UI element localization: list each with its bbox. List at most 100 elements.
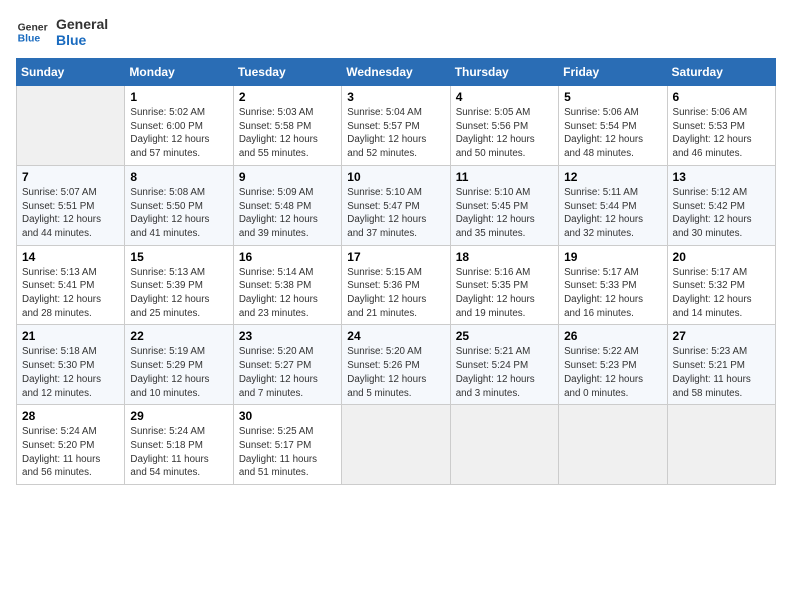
calendar-cell: 25Sunrise: 5:21 AM Sunset: 5:24 PM Dayli… — [450, 325, 558, 405]
day-number: 18 — [456, 250, 553, 264]
day-info: Sunrise: 5:23 AM Sunset: 5:21 PM Dayligh… — [673, 345, 770, 400]
day-number: 24 — [347, 329, 444, 343]
calendar-cell: 27 Sunrise: 5:23 AM Sunset: 5:21 PM Dayli… — [667, 325, 775, 405]
calendar-cell — [450, 405, 558, 485]
calendar-cell: 6 Sunrise: 5:06 AM Sunset: 5:53 PM Daylig… — [667, 86, 775, 166]
calendar-cell: 13Sunrise: 5:12 AM Sunset: 5:42 PM Dayli… — [667, 165, 775, 245]
calendar-cell: 21Sunrise: 5:18 AM Sunset: 5:30 PM Dayli… — [17, 325, 125, 405]
day-number: 26 — [564, 329, 661, 343]
header: General Blue General Blue — [16, 16, 776, 48]
day-info: Sunrise: 5:13 AM Sunset: 5:39 PM Dayligh… — [130, 266, 227, 321]
calendar-cell: 14 Sunrise: 5:13 AM Sunset: 5:41 PM Dayli… — [17, 245, 125, 325]
day-number: 25 — [456, 329, 553, 343]
day-number: 14 — [22, 250, 119, 264]
day-info: Sunrise: 5:10 AM Sunset: 5:45 PM Dayligh… — [456, 186, 553, 241]
day-info: Sunrise: 5:19 AM Sunset: 5:29 PM Dayligh… — [130, 345, 227, 400]
calendar-cell: 23 Sunrise: 5:20 AM Sunset: 5:27 PM Dayli… — [233, 325, 341, 405]
day-number: 1 — [130, 90, 227, 104]
day-info: Sunrise: 5:22 AM Sunset: 5:23 PM Dayligh… — [564, 345, 661, 400]
day-number: 15 — [130, 250, 227, 264]
calendar-cell: 12 Sunrise: 5:11 AM Sunset: 5:44 PM Dayli… — [559, 165, 667, 245]
calendar-cell: 22 Sunrise: 5:19 AM Sunset: 5:29 PM Dayli… — [125, 325, 233, 405]
day-number: 29 — [130, 409, 227, 423]
calendar-table: SundayMondayTuesdayWednesdayThursdayFrid… — [16, 58, 776, 485]
day-number: 2 — [239, 90, 336, 104]
logo-general: General — [56, 16, 108, 32]
calendar-cell — [17, 86, 125, 166]
weekday-header-row: SundayMondayTuesdayWednesdayThursdayFrid… — [17, 59, 776, 86]
weekday-header-cell: Monday — [125, 59, 233, 86]
calendar-cell: 20 Sunrise: 5:17 AM Sunset: 5:32 PM Dayli… — [667, 245, 775, 325]
day-number: 22 — [130, 329, 227, 343]
day-info: Sunrise: 5:11 AM Sunset: 5:44 PM Dayligh… — [564, 186, 661, 241]
day-info: Sunrise: 5:17 AM Sunset: 5:32 PM Dayligh… — [673, 266, 770, 321]
calendar-cell: 19Sunrise: 5:17 AM Sunset: 5:33 PM Dayli… — [559, 245, 667, 325]
calendar-cell: 9 Sunrise: 5:09 AM Sunset: 5:48 PM Daylig… — [233, 165, 341, 245]
logo: General Blue General Blue — [16, 16, 108, 48]
calendar-week-row: 14 Sunrise: 5:13 AM Sunset: 5:41 PM Dayli… — [17, 245, 776, 325]
calendar-cell — [667, 405, 775, 485]
calendar-cell: 7 Sunrise: 5:07 AM Sunset: 5:51 PM Daylig… — [17, 165, 125, 245]
day-number: 17 — [347, 250, 444, 264]
weekday-header-cell: Wednesday — [342, 59, 450, 86]
calendar-cell: 29 Sunrise: 5:24 AM Sunset: 5:18 PM Dayli… — [125, 405, 233, 485]
day-number: 23 — [239, 329, 336, 343]
calendar-cell: 16 Sunrise: 5:14 AM Sunset: 5:38 PM Dayli… — [233, 245, 341, 325]
day-number: 30 — [239, 409, 336, 423]
day-info: Sunrise: 5:02 AM Sunset: 6:00 PM Dayligh… — [130, 106, 227, 161]
day-info: Sunrise: 5:20 AM Sunset: 5:27 PM Dayligh… — [239, 345, 336, 400]
calendar-cell: 24 Sunrise: 5:20 AM Sunset: 5:26 PM Dayli… — [342, 325, 450, 405]
day-info: Sunrise: 5:20 AM Sunset: 5:26 PM Dayligh… — [347, 345, 444, 400]
day-info: Sunrise: 5:08 AM Sunset: 5:50 PM Dayligh… — [130, 186, 227, 241]
day-info: Sunrise: 5:09 AM Sunset: 5:48 PM Dayligh… — [239, 186, 336, 241]
calendar-week-row: 28Sunrise: 5:24 AM Sunset: 5:20 PM Dayli… — [17, 405, 776, 485]
calendar-cell: 1 Sunrise: 5:02 AM Sunset: 6:00 PM Daylig… — [125, 86, 233, 166]
calendar-cell: 30 Sunrise: 5:25 AM Sunset: 5:17 PM Dayli… — [233, 405, 341, 485]
calendar-cell: 3 Sunrise: 5:04 AM Sunset: 5:57 PM Daylig… — [342, 86, 450, 166]
svg-text:General: General — [18, 22, 48, 33]
day-info: Sunrise: 5:06 AM Sunset: 5:53 PM Dayligh… — [673, 106, 770, 161]
day-info: Sunrise: 5:25 AM Sunset: 5:17 PM Dayligh… — [239, 425, 336, 480]
calendar-cell: 28Sunrise: 5:24 AM Sunset: 5:20 PM Dayli… — [17, 405, 125, 485]
day-info: Sunrise: 5:16 AM Sunset: 5:35 PM Dayligh… — [456, 266, 553, 321]
day-number: 21 — [22, 329, 119, 343]
weekday-header-cell: Tuesday — [233, 59, 341, 86]
day-number: 16 — [239, 250, 336, 264]
day-info: Sunrise: 5:12 AM Sunset: 5:42 PM Dayligh… — [673, 186, 770, 241]
day-info: Sunrise: 5:24 AM Sunset: 5:18 PM Dayligh… — [130, 425, 227, 480]
day-info: Sunrise: 5:05 AM Sunset: 5:56 PM Dayligh… — [456, 106, 553, 161]
day-number: 27 — [673, 329, 770, 343]
calendar-cell: 15 Sunrise: 5:13 AM Sunset: 5:39 PM Dayli… — [125, 245, 233, 325]
svg-text:Blue: Blue — [18, 34, 41, 45]
calendar-cell — [559, 405, 667, 485]
weekday-header-cell: Friday — [559, 59, 667, 86]
weekday-header-cell: Saturday — [667, 59, 775, 86]
day-number: 11 — [456, 170, 553, 184]
day-number: 3 — [347, 90, 444, 104]
day-number: 9 — [239, 170, 336, 184]
day-number: 6 — [673, 90, 770, 104]
day-info: Sunrise: 5:13 AM Sunset: 5:41 PM Dayligh… — [22, 266, 119, 321]
day-number: 5 — [564, 90, 661, 104]
calendar-cell: 5 Sunrise: 5:06 AM Sunset: 5:54 PM Daylig… — [559, 86, 667, 166]
day-number: 7 — [22, 170, 119, 184]
weekday-header-cell: Sunday — [17, 59, 125, 86]
calendar-week-row: 7 Sunrise: 5:07 AM Sunset: 5:51 PM Daylig… — [17, 165, 776, 245]
day-info: Sunrise: 5:10 AM Sunset: 5:47 PM Dayligh… — [347, 186, 444, 241]
logo-blue: Blue — [56, 32, 108, 48]
day-number: 8 — [130, 170, 227, 184]
day-info: Sunrise: 5:04 AM Sunset: 5:57 PM Dayligh… — [347, 106, 444, 161]
day-info: Sunrise: 5:14 AM Sunset: 5:38 PM Dayligh… — [239, 266, 336, 321]
day-info: Sunrise: 5:07 AM Sunset: 5:51 PM Dayligh… — [22, 186, 119, 241]
calendar-cell: 17 Sunrise: 5:15 AM Sunset: 5:36 PM Dayli… — [342, 245, 450, 325]
calendar-cell: 2Sunrise: 5:03 AM Sunset: 5:58 PM Daylig… — [233, 86, 341, 166]
calendar-cell: 11 Sunrise: 5:10 AM Sunset: 5:45 PM Dayli… — [450, 165, 558, 245]
day-number: 19 — [564, 250, 661, 264]
calendar-cell — [342, 405, 450, 485]
calendar-week-row: 21Sunrise: 5:18 AM Sunset: 5:30 PM Dayli… — [17, 325, 776, 405]
day-number: 28 — [22, 409, 119, 423]
day-number: 12 — [564, 170, 661, 184]
day-number: 20 — [673, 250, 770, 264]
day-info: Sunrise: 5:06 AM Sunset: 5:54 PM Dayligh… — [564, 106, 661, 161]
day-info: Sunrise: 5:15 AM Sunset: 5:36 PM Dayligh… — [347, 266, 444, 321]
